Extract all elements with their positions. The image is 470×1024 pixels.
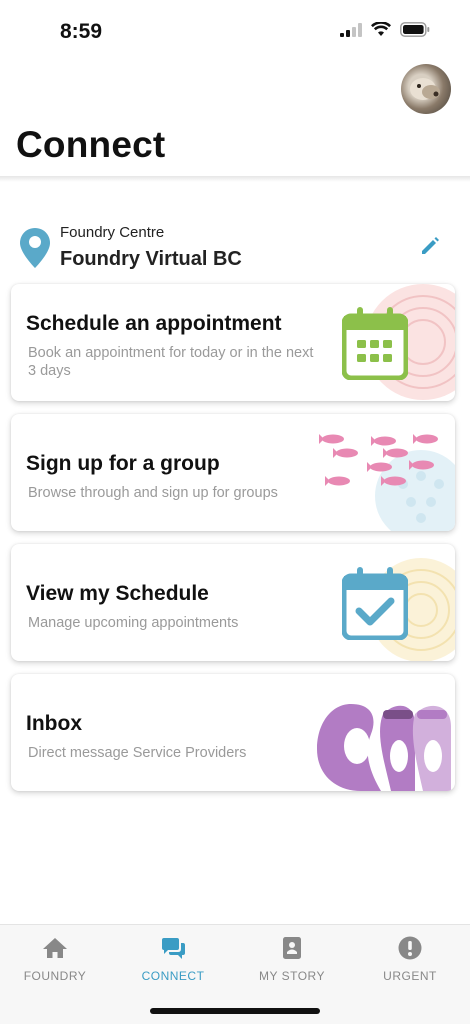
calendar-check-icon [342,567,408,640]
nav-label: CONNECT [141,969,205,983]
nav-item-foundry[interactable]: FOUNDRY [0,935,110,983]
calendar-grid-icon [342,307,408,380]
inbox-card[interactable]: Inbox Direct message Service Providers [11,674,455,791]
nav-label: URGENT [383,969,437,983]
fish-school-icon [319,434,438,486]
avatar-photo-icon [410,78,440,100]
otters-icon [317,704,451,791]
status-bar: 8:59 [0,0,470,60]
card-desc-line2: 3 days [28,363,71,379]
nav-label: FOUNDRY [23,969,87,983]
status-time: 8:59 [60,20,103,43]
edit-pencil-icon[interactable] [420,236,440,256]
alert-icon [398,936,422,960]
status-icons [340,22,430,37]
home-icon [43,938,67,958]
card-desc: Direct message Service Providers [28,745,247,761]
nav-label: MY STORY [258,969,326,983]
card-title: Inbox [26,712,82,735]
card-title: Schedule an appointment [26,312,282,335]
book-icon [283,937,301,959]
location-label: Foundry Centre [60,224,165,241]
card-desc-line1: Book an appointment for today or in the … [28,345,314,361]
avatar[interactable] [401,64,451,114]
location-pin-icon [20,228,50,268]
view-schedule-card[interactable]: View my Schedule Manage upcoming appoint… [11,544,455,661]
card-title: View my Schedule [26,582,209,605]
header-divider [0,176,470,182]
card-title: Sign up for a group [26,452,220,475]
nav-item-urgent[interactable]: URGENT [355,935,465,983]
location-name: Foundry Virtual BC [60,248,242,270]
wifi-icon [371,22,391,36]
card-desc: Manage upcoming appointments [28,615,239,631]
nav-item-my-story[interactable]: MY STORY [237,935,347,983]
page-title: Connect [16,124,166,165]
chat-icon [162,938,185,959]
home-indicator[interactable] [150,1008,320,1014]
sign-up-group-card[interactable]: Sign up for a group Browse through and s… [11,414,455,531]
cellular-signal-icon [340,22,362,37]
schedule-appointment-card[interactable]: Schedule an appointment Book an appointm… [11,284,455,401]
card-desc: Browse through and sign up for groups [28,485,278,501]
nav-item-connect[interactable]: CONNECT [118,935,228,983]
battery-icon [400,22,430,37]
